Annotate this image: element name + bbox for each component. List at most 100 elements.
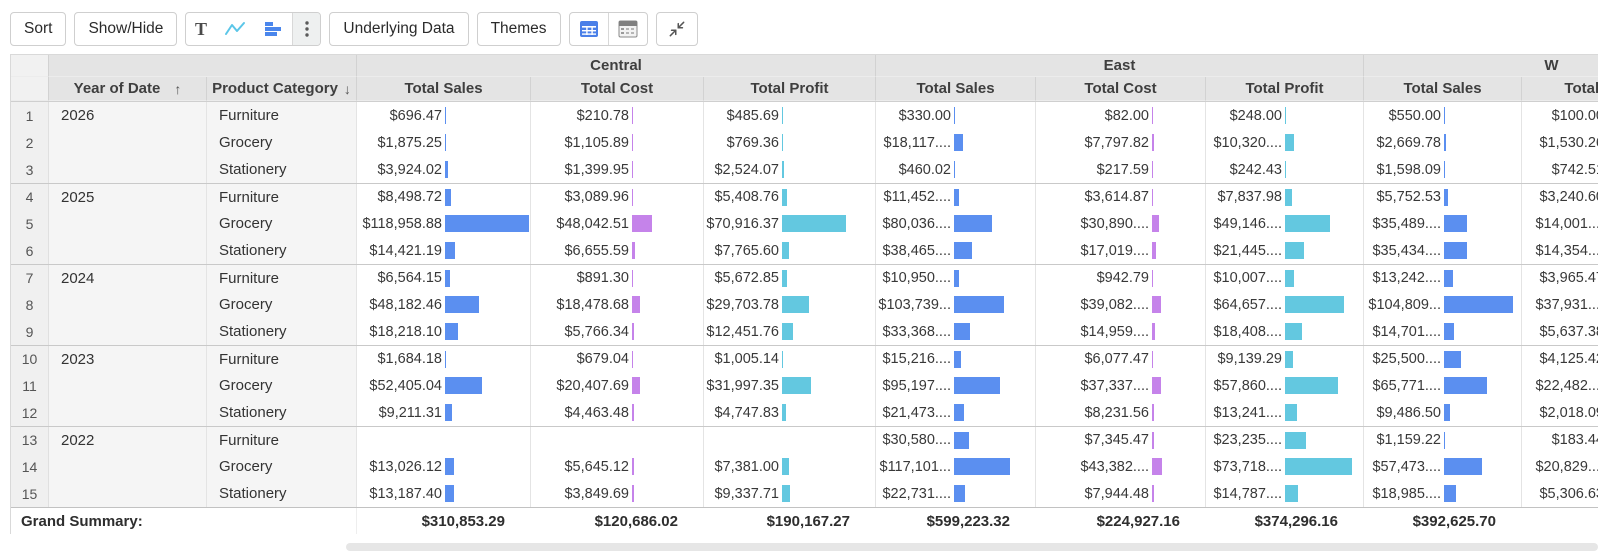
category-cell[interactable]: Grocery [207,129,357,156]
table-view-button[interactable] [570,13,608,45]
measure-cell[interactable]: $14,354.... [1522,237,1598,264]
column-header-measure[interactable]: Total Cost [1036,77,1206,101]
collapse-button[interactable] [656,12,698,46]
category-cell[interactable]: Grocery [207,372,357,399]
measure-cell[interactable]: $5,752.53 [1364,184,1522,210]
sort-button[interactable]: Sort [10,12,66,46]
measure-cell[interactable]: $73,718.... [1206,453,1364,480]
measure-cell[interactable]: $117,101... [876,453,1036,480]
year-cell[interactable] [49,237,207,264]
measure-cell[interactable]: $769.36 [704,129,876,156]
measure-cell[interactable]: $8,498.72 [357,184,531,210]
measure-cell[interactable]: $5,766.34 [531,318,704,345]
measure-cell[interactable]: $242.43 [1206,156,1364,183]
region-group-header-east[interactable]: East [876,55,1364,77]
measure-cell[interactable]: $29,703.78 [704,291,876,318]
measure-cell[interactable]: $3,240.60 [1522,184,1598,210]
measure-cell[interactable]: $7,797.82 [1036,129,1206,156]
measure-cell[interactable]: $17,019.... [1036,237,1206,264]
measure-cell[interactable]: $118,958.88 [357,210,531,237]
data-bars-button[interactable] [254,13,292,45]
measure-cell[interactable]: $9,139.29 [1206,346,1364,372]
category-cell[interactable]: Furniture [207,184,357,210]
category-cell[interactable]: Stationery [207,399,357,426]
measure-cell[interactable] [704,427,876,453]
measure-cell[interactable]: $679.04 [531,346,704,372]
category-cell[interactable]: Stationery [207,318,357,345]
measure-cell[interactable]: $43,382.... [1036,453,1206,480]
measure-cell[interactable]: $1,598.09 [1364,156,1522,183]
measure-cell[interactable]: $13,187.40 [357,480,531,507]
measure-cell[interactable] [357,427,531,453]
measure-cell[interactable]: $6,564.15 [357,265,531,291]
measure-cell[interactable]: $1,530.26 [1522,129,1598,156]
measure-cell[interactable]: $2,018.09 [1522,399,1598,426]
measure-cell[interactable]: $18,218.10 [357,318,531,345]
measure-cell[interactable]: $2,669.78 [1364,129,1522,156]
year-cell[interactable] [49,129,207,156]
category-cell[interactable]: Furniture [207,346,357,372]
measure-cell[interactable]: $1,105.89 [531,129,704,156]
measure-cell[interactable]: $14,701.... [1364,318,1522,345]
measure-cell[interactable]: $7,381.00 [704,453,876,480]
measure-cell[interactable]: $485.69 [704,102,876,129]
category-cell[interactable]: Stationery [207,156,357,183]
measure-cell[interactable]: $13,026.12 [357,453,531,480]
measure-cell[interactable]: $4,125.42 [1522,346,1598,372]
category-cell[interactable]: Stationery [207,480,357,507]
column-header-measure[interactable]: Total Sales [357,77,531,101]
measure-cell[interactable]: $65,771.... [1364,372,1522,399]
measure-cell[interactable]: $22,731.... [876,480,1036,507]
measure-cell[interactable]: $37,337.... [1036,372,1206,399]
measure-cell[interactable]: $30,580.... [876,427,1036,453]
measure-cell[interactable]: $13,242.... [1364,265,1522,291]
measure-cell[interactable]: $7,345.47 [1036,427,1206,453]
measure-cell[interactable]: $21,473.... [876,399,1036,426]
year-cell[interactable] [49,156,207,183]
measure-cell[interactable]: $1,005.14 [704,346,876,372]
measure-cell[interactable]: $742.51 [1522,156,1598,183]
measure-cell[interactable]: $57,473.... [1364,453,1522,480]
measure-cell[interactable]: $30,890.... [1036,210,1206,237]
measure-cell[interactable]: $2,524.07 [704,156,876,183]
measure-cell[interactable]: $11,452.... [876,184,1036,210]
category-cell[interactable]: Grocery [207,453,357,480]
measure-cell[interactable]: $103,739... [876,291,1036,318]
measure-cell[interactable]: $18,117.... [876,129,1036,156]
measure-cell[interactable]: $13,241.... [1206,399,1364,426]
measure-cell[interactable]: $14,787.... [1206,480,1364,507]
measure-cell[interactable]: $696.47 [357,102,531,129]
measure-cell[interactable]: $22,482.... [1522,372,1598,399]
measure-cell[interactable]: $3,089.96 [531,184,704,210]
year-cell[interactable] [49,453,207,480]
measure-cell[interactable]: $3,924.02 [357,156,531,183]
measure-cell[interactable]: $5,645.12 [531,453,704,480]
measure-cell[interactable]: $70,916.37 [704,210,876,237]
year-cell[interactable]: 2025 [49,184,207,210]
measure-cell[interactable]: $330.00 [876,102,1036,129]
measure-cell[interactable]: $100.00 [1522,102,1598,129]
line-chart-button[interactable] [216,13,254,45]
measure-cell[interactable]: $217.59 [1036,156,1206,183]
measure-cell[interactable]: $25,500.... [1364,346,1522,372]
measure-cell[interactable]: $248.00 [1206,102,1364,129]
year-cell[interactable] [49,210,207,237]
measure-cell[interactable]: $1,875.25 [357,129,531,156]
year-cell[interactable]: 2023 [49,346,207,372]
measure-cell[interactable]: $7,837.98 [1206,184,1364,210]
more-options-button[interactable] [292,13,320,45]
measure-cell[interactable]: $10,320.... [1206,129,1364,156]
measure-cell[interactable]: $14,959.... [1036,318,1206,345]
column-header-measure[interactable]: Total Cost [531,77,704,101]
measure-cell[interactable]: $31,997.35 [704,372,876,399]
measure-cell[interactable]: $20,829.... [1522,453,1598,480]
measure-cell[interactable]: $9,486.50 [1364,399,1522,426]
measure-cell[interactable]: $8,231.56 [1036,399,1206,426]
measure-cell[interactable]: $6,655.59 [531,237,704,264]
measure-cell[interactable]: $9,337.71 [704,480,876,507]
horizontal-scrollbar[interactable] [346,543,1598,551]
year-cell[interactable]: 2024 [49,265,207,291]
measure-cell[interactable]: $14,001.... [1522,210,1598,237]
category-cell[interactable]: Grocery [207,210,357,237]
measure-cell[interactable]: $942.79 [1036,265,1206,291]
